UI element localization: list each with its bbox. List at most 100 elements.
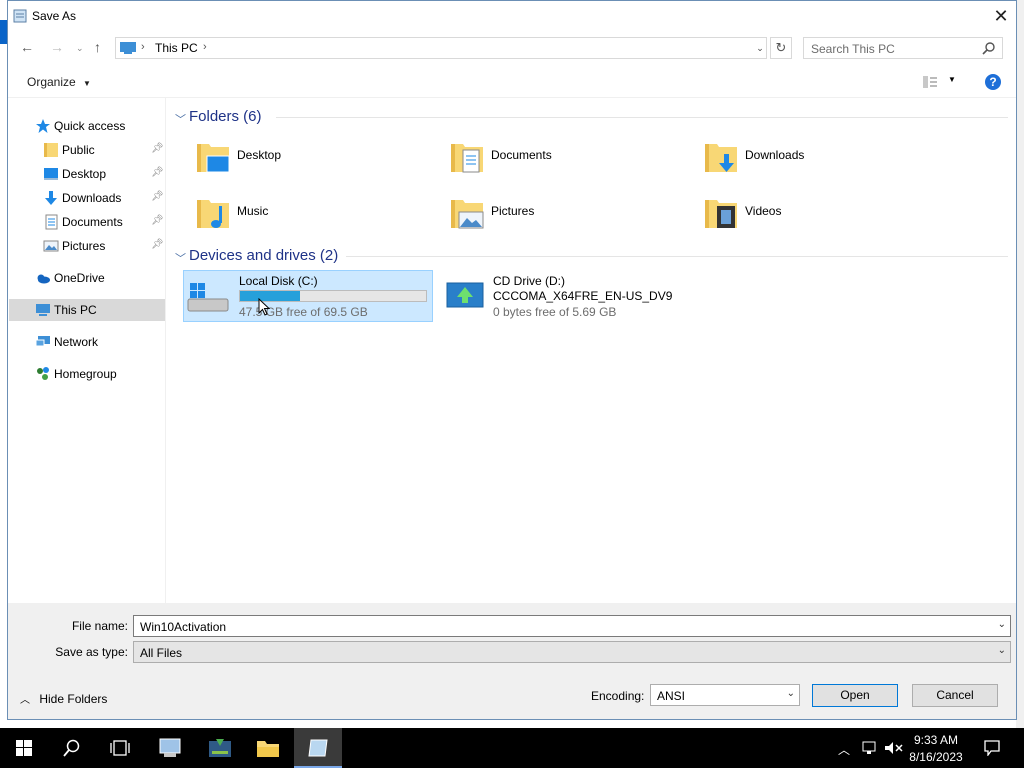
background-edge (1016, 0, 1024, 728)
collapse-chevron-icon[interactable]: ﹀ (175, 111, 186, 127)
mouse-cursor-icon (258, 298, 270, 316)
notifications-icon[interactable] (984, 740, 1000, 756)
details-view-icon (923, 76, 937, 88)
sidebar-item-onedrive[interactable]: OneDrive (9, 267, 165, 289)
sidebar-item-network[interactable]: Network (9, 331, 165, 353)
folder-tile-documents[interactable]: Documents (445, 132, 693, 182)
devices-group-header[interactable]: Devices and drives (2) (189, 247, 338, 264)
desktop-icon (44, 168, 58, 180)
sidebar-item-quick-access[interactable]: Quick access (9, 115, 165, 137)
clock-date[interactable]: 8/16/2023 (906, 750, 966, 764)
sidebar-item-label: Homegroup (54, 367, 117, 381)
sidebar-item-label: Desktop (62, 167, 107, 181)
file-name-input[interactable]: Win10Activation ⌄ (133, 615, 1011, 637)
computer-icon (120, 42, 136, 54)
caret-down-icon: ▼ (83, 79, 91, 88)
sidebar-item-this-pc[interactable]: This PC (9, 299, 165, 321)
drive-d-free-space: 0 bytes free of 5.69 GB (493, 305, 617, 319)
network-tray-icon[interactable] (862, 741, 880, 755)
pin-icon[interactable]: 📌︎ (151, 191, 164, 202)
title-bar[interactable]: Save As ✕ (8, 1, 1016, 32)
save-as-type-select[interactable]: All Files ⌄ (133, 641, 1011, 663)
folders-group-header[interactable]: Folders (6) (189, 108, 262, 125)
file-name-label: File name: (71, 619, 128, 633)
notepad-icon (13, 9, 27, 23)
help-button[interactable]: ? (985, 74, 1001, 90)
encoding-value: ANSI (657, 689, 686, 703)
taskbar-app-powershell[interactable] (196, 728, 244, 768)
folder-label: Videos (745, 204, 782, 218)
pin-icon[interactable]: 📌︎ (151, 167, 164, 178)
volume-muted-icon[interactable] (884, 741, 904, 755)
start-button[interactable] (0, 728, 48, 768)
forward-arrow-icon[interactable]: → (50, 39, 64, 55)
folder-tile-downloads[interactable]: Downloads (699, 132, 947, 182)
pictures-icon (43, 240, 59, 252)
search-icon (63, 739, 80, 757)
drive-d-volume-label: CCCOMA_X64FRE_EN-US_DV9 (493, 289, 673, 303)
folder-tile-music[interactable]: Music (191, 188, 439, 238)
sidebar-item-label: This PC (54, 303, 97, 317)
breadcrumb-this-pc[interactable]: This PC (155, 41, 198, 55)
clock-time[interactable]: 9:33 AM (906, 733, 966, 747)
organize-button[interactable]: Organize ▼ (27, 75, 91, 89)
hide-folders-label: Hide Folders (39, 692, 108, 706)
cloud-icon (37, 274, 50, 284)
sidebar-item-homegroup[interactable]: Homegroup (9, 363, 165, 385)
local-disk-icon (187, 283, 229, 312)
folder-label: Downloads (745, 148, 805, 162)
music-folder-icon (197, 200, 229, 228)
address-bar[interactable]: › This PC › (115, 37, 767, 59)
organize-label: Organize (27, 75, 76, 89)
collapse-chevron-icon[interactable]: ﹀ (175, 250, 186, 266)
chevron-down-icon[interactable]: ⌄ (998, 619, 1006, 630)
chevron-down-icon[interactable]: ⌄ (787, 688, 795, 699)
group-divider (276, 117, 1008, 118)
search-icon[interactable] (982, 41, 996, 55)
sidebar-item-downloads[interactable]: Downloads 📌︎ (9, 187, 165, 209)
task-view-button[interactable] (96, 728, 144, 768)
recent-locations-chevron-icon[interactable]: ⌄ (76, 43, 84, 54)
address-dropdown-icon[interactable]: ⌄ (752, 38, 768, 58)
breadcrumb-chevron-icon[interactable]: › (203, 41, 207, 53)
pin-icon[interactable]: 📌︎ (151, 215, 164, 226)
encoding-label: Encoding: (591, 689, 645, 703)
sidebar-item-desktop[interactable]: Desktop 📌︎ (9, 163, 165, 185)
hide-folders-button[interactable]: ︿ Hide Folders (20, 691, 107, 706)
downloads-folder-icon (705, 144, 737, 172)
taskbar-app-notepad[interactable] (294, 728, 342, 768)
folder-icon (44, 143, 58, 157)
open-button[interactable]: Open (812, 684, 898, 707)
folder-tile-videos[interactable]: Videos (699, 188, 947, 238)
back-arrow-icon[interactable]: ← (20, 39, 34, 55)
homegroup-icon (37, 367, 49, 380)
encoding-select[interactable]: ANSI ⌄ (650, 684, 800, 706)
sidebar-item-public[interactable]: Public 📌︎ (9, 139, 165, 161)
chevron-down-icon[interactable]: ⌄ (998, 645, 1006, 656)
close-button[interactable]: ✕ (988, 5, 1014, 29)
documents-icon (45, 214, 58, 230)
sidebar-item-label: Public (62, 143, 95, 157)
refresh-button[interactable]: ↻ (770, 37, 792, 59)
pane-divider[interactable] (165, 98, 166, 603)
search-button[interactable] (48, 728, 96, 768)
sidebar-item-pictures[interactable]: Pictures 📌︎ (9, 235, 165, 257)
up-arrow-icon[interactable]: ↑ (94, 39, 101, 55)
taskbar-app-server-manager[interactable] (146, 728, 194, 768)
desktop-folder-icon (197, 144, 230, 173)
folder-tile-desktop[interactable]: Desktop (191, 132, 439, 182)
documents-folder-icon (451, 144, 483, 173)
cd-drive-icon (446, 282, 484, 308)
folder-tile-pictures[interactable]: Pictures (445, 188, 693, 238)
drive-c-name: Local Disk (C:) (239, 274, 318, 288)
cancel-button[interactable]: Cancel (912, 684, 998, 707)
folder-label: Music (237, 204, 269, 218)
star-icon (36, 119, 50, 133)
taskbar-app-file-explorer[interactable] (244, 728, 292, 768)
pin-icon[interactable]: 📌︎ (151, 239, 164, 250)
show-hidden-icons-chevron-icon[interactable]: ︿ (838, 741, 850, 758)
sidebar-item-documents[interactable]: Documents 📌︎ (9, 211, 165, 233)
caret-down-icon: ▼ (948, 75, 956, 84)
breadcrumb-separator-icon: › (141, 41, 145, 53)
pin-icon[interactable]: 📌︎ (151, 143, 164, 154)
